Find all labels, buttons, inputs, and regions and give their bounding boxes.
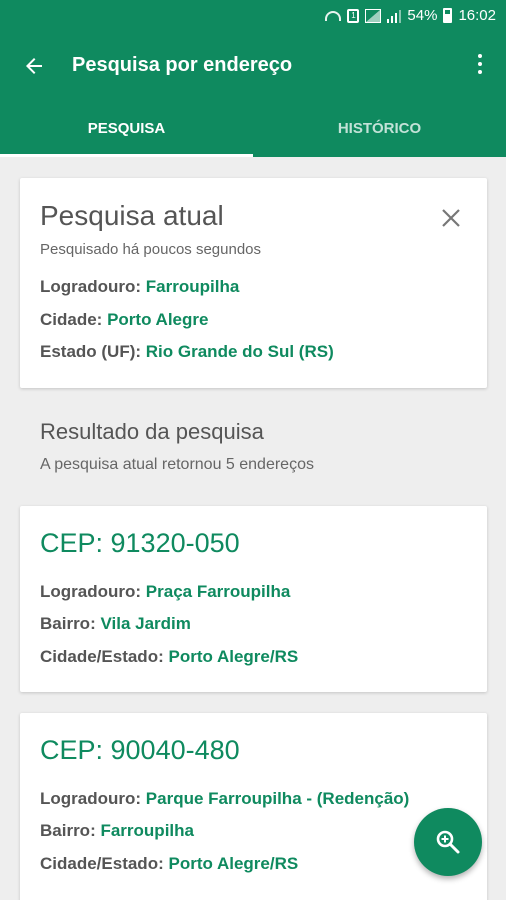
tab-bar: PESQUISA HISTÓRICO — [0, 100, 506, 157]
clock: 16:02 — [458, 7, 496, 24]
current-search-subtitle: Pesquisado há poucos segundos — [40, 241, 262, 258]
wifi-icon — [325, 10, 342, 21]
app-bar: 1 54% 16:02 Pesquisa por endereço PESQUI… — [0, 0, 506, 157]
tab-historico[interactable]: HISTÓRICO — [253, 100, 506, 157]
field-label: Cidade/Estado: — [40, 854, 164, 873]
field-bairro: Bairro: Farroupilha — [40, 821, 194, 841]
field-label: Logradouro: — [40, 582, 142, 601]
field-value: Porto Alegre — [107, 310, 209, 329]
field-value: Vila Jardim — [100, 614, 191, 633]
signal-bars-icon — [387, 9, 402, 23]
field-value: Farroupilha — [145, 277, 240, 296]
field-label: Estado (UF): — [40, 342, 142, 361]
cep-heading: CEP: 91320-050 — [40, 528, 240, 558]
field-label: Bairro: — [40, 614, 96, 633]
field-label: Logradouro: — [40, 277, 142, 296]
page-title: Pesquisa por endereço — [72, 54, 293, 76]
sim-icon: 1 — [347, 8, 360, 23]
result-card[interactable]: CEP: 91320-050 Logradouro: Praça Farroup… — [20, 506, 487, 692]
field-label: Bairro: — [40, 821, 96, 840]
close-icon[interactable] — [441, 208, 461, 228]
field-value: Farroupilha — [100, 821, 194, 840]
search-fab[interactable] — [414, 808, 482, 876]
field-cidade: Cidade: Porto Alegre — [40, 310, 208, 330]
field-value: Porto Alegre/RS — [168, 647, 299, 666]
battery-percent: 54% — [407, 7, 438, 24]
field-value: Rio Grande do Sul (RS) — [145, 342, 334, 361]
field-cidade-estado: Cidade/Estado: Porto Alegre/RS — [40, 647, 298, 667]
tab-pesquisa[interactable]: PESQUISA — [0, 100, 253, 157]
field-value: Parque Farroupilha - (Redenção) — [145, 789, 410, 808]
current-search-title: Pesquisa atual — [40, 200, 224, 231]
field-bairro: Bairro: Vila Jardim — [40, 614, 191, 634]
arrow-back-icon[interactable] — [20, 54, 48, 78]
result-card[interactable]: CEP: 90040-480 Logradouro: Parque Farrou… — [20, 713, 487, 900]
more-vert-icon[interactable] — [476, 54, 484, 78]
field-estado: Estado (UF): Rio Grande do Sul (RS) — [40, 342, 334, 362]
field-logradouro: Logradouro: Parque Farroupilha - (Redenç… — [40, 789, 409, 809]
toolbar: Pesquisa por endereço — [0, 33, 506, 99]
battery-icon — [443, 8, 453, 23]
cep-heading: CEP: 90040-480 — [40, 735, 240, 765]
field-label: Cidade: — [40, 310, 103, 329]
field-value: Praça Farroupilha — [145, 582, 291, 601]
signal-icon — [365, 8, 382, 23]
zoom-search-icon — [436, 830, 460, 854]
field-cidade-estado: Cidade/Estado: Porto Alegre/RS — [40, 854, 298, 874]
results-title: Resultado da pesquisa — [40, 419, 264, 444]
status-bar: 1 54% 16:02 — [0, 0, 506, 33]
field-label: Cidade/Estado: — [40, 647, 164, 666]
current-search-card: Pesquisa atual Pesquisado há poucos segu… — [20, 178, 487, 388]
field-logradouro: Logradouro: Farroupilha — [40, 277, 239, 297]
field-label: Logradouro: — [40, 789, 142, 808]
field-value: Porto Alegre/RS — [168, 854, 299, 873]
results-count: A pesquisa atual retornou 5 endereços — [40, 456, 314, 473]
field-logradouro: Logradouro: Praça Farroupilha — [40, 582, 290, 602]
